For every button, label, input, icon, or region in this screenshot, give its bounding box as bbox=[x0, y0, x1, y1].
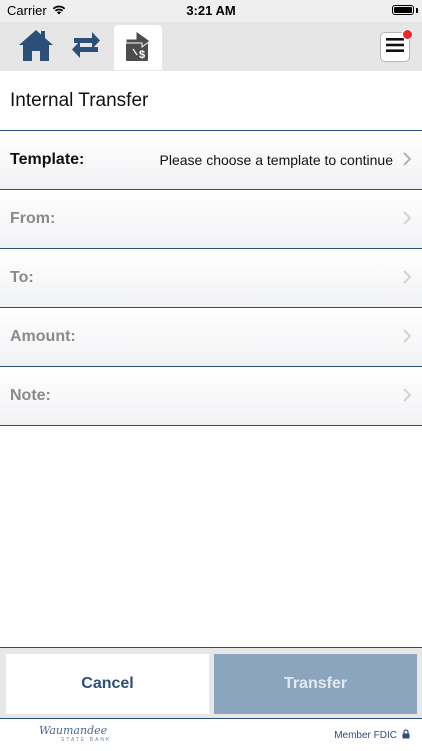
status-bar: Carrier 3:21 AM bbox=[0, 0, 422, 22]
top-nav-bar: $ bbox=[0, 22, 422, 71]
hamburger-menu-icon bbox=[386, 37, 404, 57]
amount-label: Amount: bbox=[10, 328, 76, 345]
note-row[interactable]: Note: bbox=[0, 367, 422, 426]
template-value: Please choose a template to continue bbox=[159, 152, 394, 168]
chevron-right-icon bbox=[402, 269, 412, 290]
internal-transfer-tab[interactable]: $ bbox=[114, 25, 162, 70]
fdic-text: Member FDIC bbox=[334, 730, 397, 741]
from-row[interactable]: From: bbox=[0, 190, 422, 249]
cancel-button[interactable]: Cancel bbox=[6, 654, 209, 714]
chevron-right-icon bbox=[402, 387, 412, 408]
amount-row[interactable]: Amount: bbox=[0, 308, 422, 367]
note-label: Note: bbox=[10, 387, 51, 404]
home-button[interactable] bbox=[12, 25, 60, 70]
internal-transfer-icon: $ bbox=[120, 27, 156, 68]
home-icon bbox=[17, 28, 55, 67]
fdic-notice: Member FDIC bbox=[334, 729, 410, 742]
to-row[interactable]: To: bbox=[0, 249, 422, 308]
logo-text: Waumandee bbox=[39, 724, 108, 737]
lock-icon bbox=[402, 729, 410, 742]
transfer-form: Template: Please choose a template to co… bbox=[0, 131, 422, 426]
chevron-right-icon bbox=[402, 210, 412, 231]
footer: Waumandee STATE BANK Member FDIC bbox=[0, 718, 422, 751]
status-time: 3:21 AM bbox=[186, 3, 236, 18]
transfer-button[interactable]: Transfer bbox=[214, 654, 417, 714]
transfer-arrows-icon bbox=[70, 29, 102, 66]
svg-text:$: $ bbox=[139, 49, 145, 61]
chevron-right-icon bbox=[402, 151, 412, 172]
template-label: Template: bbox=[10, 151, 85, 168]
action-bar: Cancel Transfer bbox=[0, 647, 422, 719]
bank-logo: Waumandee STATE BANK bbox=[39, 724, 112, 744]
template-row[interactable]: Template: Please choose a template to co… bbox=[0, 131, 422, 190]
from-label: From: bbox=[10, 210, 56, 227]
notification-badge bbox=[402, 29, 413, 40]
page-title: Internal Transfer bbox=[10, 90, 149, 111]
menu-button[interactable] bbox=[380, 29, 413, 62]
transfers-button[interactable] bbox=[62, 25, 110, 70]
to-label: To: bbox=[10, 269, 34, 286]
logo-subtext: STATE BANK bbox=[61, 737, 112, 743]
chevron-right-icon bbox=[402, 328, 412, 349]
battery-icon bbox=[392, 5, 414, 15]
